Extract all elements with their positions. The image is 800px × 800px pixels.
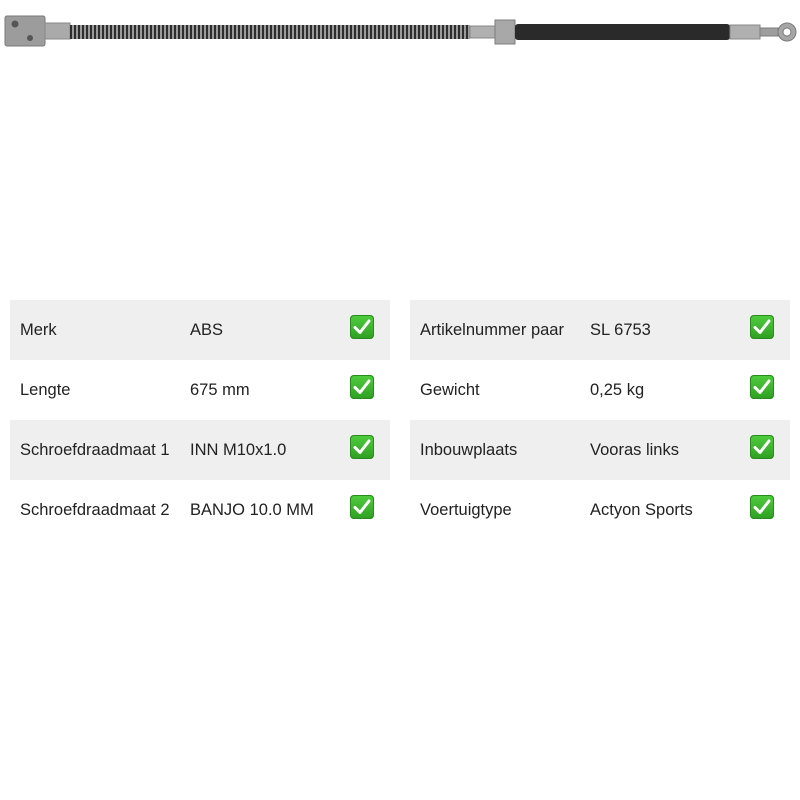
check-mark-icon (750, 495, 774, 519)
spec-value: BANJO 10.0 MM (190, 501, 314, 519)
spec-label: Gewicht (420, 381, 480, 399)
spec-row-lengte: Lengte 675 mm (10, 360, 390, 420)
spec-row-merk: Merk ABS (10, 300, 390, 360)
check-mark-icon (350, 315, 374, 339)
spec-label: Schroefdraadmaat 2 (20, 501, 170, 519)
spec-label: Lengte (20, 381, 71, 399)
check-mark-icon (750, 375, 774, 399)
spec-label: Inbouwplaats (420, 441, 518, 459)
spec-value: SL 6753 (590, 321, 651, 339)
specs-table-right: Artikelnummer paar SL 6753 Gewicht 0,25 … (410, 300, 790, 540)
check-mark-icon (350, 495, 374, 519)
spec-row-schroefdraadmaat-2: Schroefdraadmaat 2 BANJO 10.0 MM (10, 480, 390, 540)
brake-hose-image (4, 15, 797, 47)
check-mark-icon (350, 435, 374, 459)
spec-value: ABS (190, 321, 224, 339)
spec-label: Artikelnummer paar (420, 321, 564, 339)
check-mark-icon (750, 435, 774, 459)
check-mark-icon (350, 375, 374, 399)
check-mark-icon (750, 315, 774, 339)
spec-row-gewicht: Gewicht 0,25 kg (410, 360, 790, 420)
spec-row-schroefdraadmaat-1: Schroefdraadmaat 1 INN M10x1.0 (10, 420, 390, 480)
spec-label: Merk (20, 321, 57, 339)
spec-row-inbouwplaats: Inbouwplaats Vooras links (410, 420, 790, 480)
spec-value: 675 mm (190, 381, 250, 399)
spec-value: Actyon Sports (590, 501, 693, 519)
spec-value: 0,25 kg (590, 381, 645, 399)
spec-row-artikelnummer-paar: Artikelnummer paar SL 6753 (410, 300, 790, 360)
spec-value: Vooras links (590, 441, 679, 459)
spec-label: Voertuigtype (420, 501, 512, 519)
spec-label: Schroefdraadmaat 1 (20, 441, 170, 459)
spec-row-voertuigtype: Voertuigtype Actyon Sports (410, 480, 790, 540)
specs-table-left: Merk ABS Lengte 675 mm Schroefdraadmaat … (10, 300, 390, 540)
spec-value: INN M10x1.0 (190, 441, 287, 459)
